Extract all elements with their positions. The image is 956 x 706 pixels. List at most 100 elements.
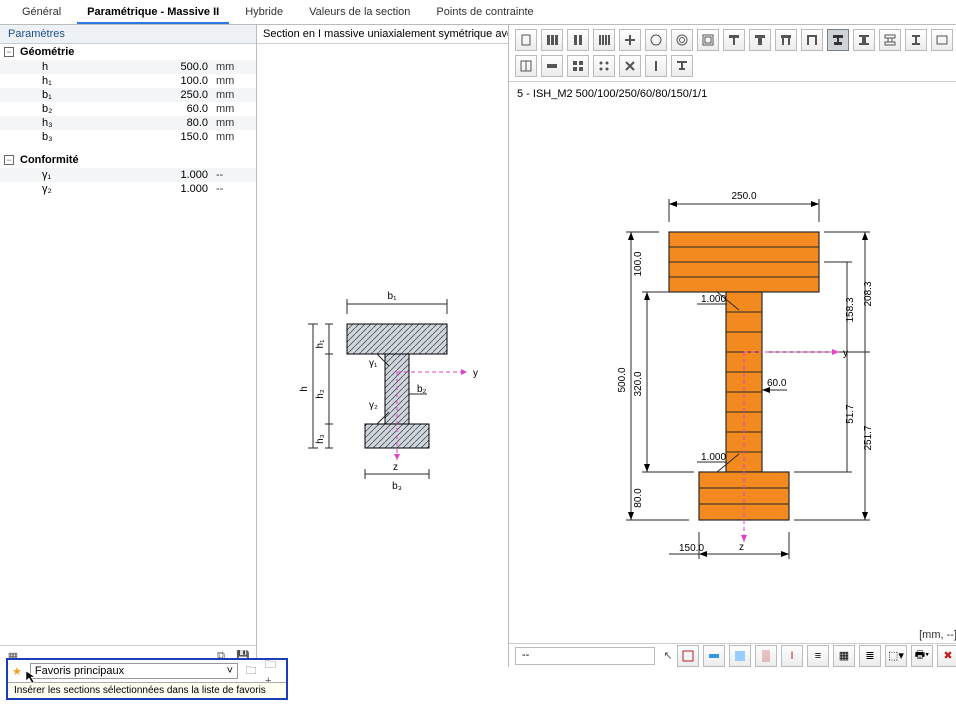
- tab-stress-points[interactable]: Points de contrainte: [426, 2, 543, 24]
- svg-text:h₂: h₂: [315, 389, 326, 399]
- section-svg: 250.0 150.0 500.0: [529, 152, 929, 612]
- section-tee2-icon[interactable]: [749, 29, 771, 51]
- svg-text:z: z: [739, 542, 744, 553]
- param-unit: mm: [212, 130, 252, 144]
- svg-text:1.000: 1.000: [701, 294, 726, 305]
- svg-text:150.0: 150.0: [679, 543, 704, 554]
- reset-icon[interactable]: ✖: [937, 645, 956, 667]
- collapse-icon[interactable]: −: [4, 155, 14, 165]
- star-icon[interactable]: ★: [12, 665, 22, 678]
- svg-text:h₁: h₁: [315, 339, 326, 349]
- svg-text:b₁: b₁: [388, 291, 398, 302]
- view-ibeam-icon[interactable]: I: [781, 645, 803, 667]
- group-geometry[interactable]: − Géométrie: [0, 44, 256, 60]
- section-tee-icon[interactable]: [723, 29, 745, 51]
- favorites-dropdown[interactable]: Favoris principaux ˅: [30, 663, 238, 679]
- section-dots-icon[interactable]: [593, 55, 615, 77]
- param-value[interactable]: 1.000: [162, 168, 212, 182]
- view-grid-icon[interactable]: ▦: [833, 645, 855, 667]
- param-row-b2[interactable]: b₂ 60.0 mm: [0, 102, 256, 116]
- section-ivar-icon[interactable]: [671, 55, 693, 77]
- print-icon[interactable]: 🖶▾: [911, 645, 933, 667]
- view-box-icon[interactable]: [677, 645, 699, 667]
- param-row-h3[interactable]: h₃ 80.0 mm: [0, 116, 256, 130]
- tab-parametric[interactable]: Paramétrique - Massive II: [77, 2, 229, 24]
- section-dense-cols-icon[interactable]: [593, 29, 615, 51]
- add-favorite-icon[interactable]: 🗀+: [264, 662, 282, 680]
- section-ibeam-icon[interactable]: [827, 29, 849, 51]
- favorites-strip: ★ Favoris principaux ˅ 🗀 🗀+ Insérer les …: [6, 658, 288, 700]
- section-cross-icon[interactable]: [619, 29, 641, 51]
- section-iwide-icon[interactable]: [853, 29, 875, 51]
- parameters-tree[interactable]: − Géométrie h 500.0 mm h₁ 100.0 mm b₁ 25…: [0, 44, 256, 645]
- main-tabs: Général Paramétrique - Massive II Hybrid…: [0, 0, 956, 25]
- param-row-b3[interactable]: b₃ 150.0 mm: [0, 130, 256, 144]
- param-unit: mm: [212, 116, 252, 130]
- tab-section-values[interactable]: Valeurs de la section: [299, 2, 420, 24]
- section-ring-icon[interactable]: [671, 29, 693, 51]
- tab-general[interactable]: Général: [12, 2, 71, 24]
- param-value[interactable]: 1.000: [162, 182, 212, 196]
- param-row-h[interactable]: h 500.0 mm: [0, 60, 256, 74]
- section-circle-icon[interactable]: [645, 29, 667, 51]
- svg-text:80.0: 80.0: [633, 488, 644, 508]
- section-box3-icon[interactable]: [515, 55, 537, 77]
- section-box2-icon[interactable]: [931, 29, 953, 51]
- param-row-g2[interactable]: γ₂ 1.000 --: [0, 182, 256, 196]
- section-striped-icon[interactable]: [541, 29, 563, 51]
- svg-text:51.7: 51.7: [845, 404, 856, 424]
- view-hatched-icon[interactable]: [729, 645, 751, 667]
- svg-text:208.3: 208.3: [863, 281, 874, 306]
- param-name: h: [42, 60, 162, 74]
- svg-text:h: h: [299, 386, 310, 392]
- param-value[interactable]: 80.0: [162, 116, 212, 130]
- svg-text:h₃: h₃: [315, 434, 326, 444]
- section-box-icon[interactable]: [697, 29, 719, 51]
- svg-text:250.0: 250.0: [731, 191, 756, 202]
- new-folder-icon[interactable]: 🗀: [242, 662, 260, 680]
- tab-hybrid[interactable]: Hybride: [235, 2, 293, 24]
- svg-text:320.0: 320.0: [633, 371, 644, 396]
- section-slab-icon[interactable]: [541, 55, 563, 77]
- section-cols-icon[interactable]: [567, 29, 589, 51]
- svg-text:b₂: b₂: [417, 384, 427, 395]
- param-row-h1[interactable]: h₁ 100.0 mm: [0, 74, 256, 88]
- param-row-b1[interactable]: b₁ 250.0 mm: [0, 88, 256, 102]
- param-name: b₁: [42, 88, 162, 102]
- svg-text:y: y: [843, 348, 848, 359]
- parameters-title: Paramètres: [0, 25, 256, 44]
- view-lines-icon[interactable]: ≡: [807, 645, 829, 667]
- param-value[interactable]: 500.0: [162, 60, 212, 74]
- section-rect-icon[interactable]: [515, 29, 537, 51]
- section-canvas: 250.0 150.0 500.0: [509, 102, 956, 627]
- view-stress-icon[interactable]: ▒: [755, 645, 777, 667]
- param-value[interactable]: 60.0: [162, 102, 212, 116]
- param-value[interactable]: 250.0: [162, 88, 212, 102]
- view-menu-icon[interactable]: ⬚▾: [885, 645, 907, 667]
- param-unit: mm: [212, 88, 252, 102]
- view-tag-icon[interactable]: [703, 645, 725, 667]
- favorites-dropdown-label: Favoris principaux: [35, 665, 124, 677]
- section-channel-icon[interactable]: [801, 29, 823, 51]
- section-ithin-icon[interactable]: [905, 29, 927, 51]
- schematic-canvas: b₁ b₃ b₂ h h₁ h₂: [257, 44, 508, 667]
- param-value[interactable]: 100.0: [162, 74, 212, 88]
- section-bridge-icon[interactable]: [775, 29, 797, 51]
- section-bar-icon[interactable]: [645, 55, 667, 77]
- group-conformity[interactable]: − Conformité: [0, 152, 256, 168]
- param-row-g1[interactable]: γ₁ 1.000 --: [0, 168, 256, 182]
- section-grid-icon[interactable]: [567, 55, 589, 77]
- svg-text:158.3: 158.3: [845, 297, 856, 322]
- section-preview-panel: 5 - ISH_M2 500/100/250/60/80/150/1/1: [509, 25, 956, 667]
- svg-text:500.0: 500.0: [617, 367, 628, 392]
- svg-text:y: y: [473, 368, 478, 379]
- param-name: b₃: [42, 130, 162, 144]
- section-ihollow-icon[interactable]: [879, 29, 901, 51]
- units-label: [mm, --]: [509, 627, 956, 643]
- view-lines2-icon[interactable]: ≣: [859, 645, 881, 667]
- param-value[interactable]: 150.0: [162, 130, 212, 144]
- picker-icon[interactable]: ↖: [659, 647, 677, 665]
- section-x-icon[interactable]: [619, 55, 641, 77]
- collapse-icon[interactable]: −: [4, 47, 14, 57]
- svg-text:γ₂: γ₂: [369, 400, 378, 411]
